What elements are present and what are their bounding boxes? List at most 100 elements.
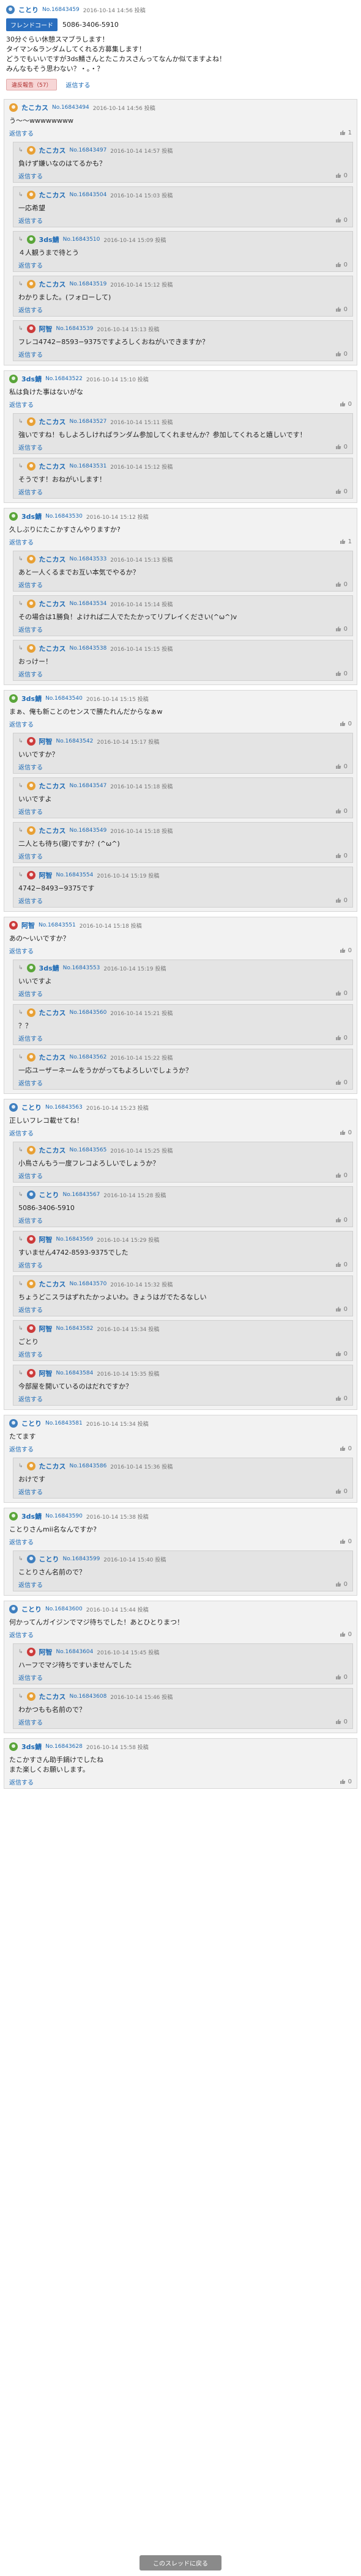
thumbs-up-icon[interactable]: [340, 1538, 346, 1544]
thumbs-up-icon[interactable]: [340, 1778, 346, 1785]
thumbs-up-icon[interactable]: [335, 488, 341, 494]
thumbs-up-icon[interactable]: [335, 670, 341, 677]
reply-id[interactable]: No.16843586: [70, 1463, 107, 1469]
reply-username[interactable]: 阿智: [21, 920, 35, 930]
reply-id[interactable]: No.16843600: [45, 1606, 83, 1612]
avatar-icon[interactable]: [26, 1280, 35, 1288]
reply-username[interactable]: たこカス: [39, 644, 66, 653]
reply-id[interactable]: No.16843628: [45, 1744, 83, 1750]
avatar-icon[interactable]: [26, 1462, 35, 1470]
avatar-icon[interactable]: [26, 280, 35, 288]
avatar-icon[interactable]: [9, 512, 18, 521]
reply-link[interactable]: 返信する: [18, 807, 43, 816]
reply-username[interactable]: ことり: [21, 1418, 42, 1428]
reply-link[interactable]: 返信する: [18, 1580, 43, 1589]
reply-username[interactable]: たこカス: [39, 1461, 66, 1471]
reply-link[interactable]: 返信する: [18, 260, 43, 270]
avatar-icon[interactable]: [26, 644, 35, 653]
reply-link[interactable]: 返信する: [18, 762, 43, 771]
reply-id[interactable]: No.16843562: [70, 1054, 107, 1060]
avatar-icon[interactable]: [26, 1324, 35, 1333]
reply-username[interactable]: ことり: [39, 1554, 59, 1564]
reply-id[interactable]: No.16843565: [70, 1147, 107, 1153]
avatar-icon[interactable]: [9, 1419, 18, 1428]
reply-username[interactable]: たこカス: [39, 554, 66, 564]
reply-id[interactable]: No.16843569: [56, 1236, 94, 1242]
avatar-icon[interactable]: [26, 737, 35, 746]
reply-link[interactable]: 返信する: [18, 442, 43, 452]
reply-id[interactable]: No.16843522: [45, 376, 83, 382]
reply-username[interactable]: たこカス: [39, 1008, 66, 1018]
reply-username[interactable]: 阿智: [39, 1647, 53, 1657]
reply-link[interactable]: 返信する: [9, 1777, 34, 1786]
reply-link[interactable]: 返信する: [18, 1216, 43, 1225]
thumbs-up-icon[interactable]: [340, 1445, 346, 1451]
avatar-icon[interactable]: [9, 103, 18, 112]
avatar-icon[interactable]: [9, 1512, 18, 1521]
avatar-icon[interactable]: [26, 235, 35, 244]
reply-username[interactable]: 3ds鯖: [39, 235, 59, 244]
reply-link[interactable]: 返信する: [9, 1444, 34, 1453]
reply-username[interactable]: ことり: [21, 1103, 42, 1112]
thumbs-up-icon[interactable]: [335, 1581, 341, 1587]
avatar-icon[interactable]: [26, 1648, 35, 1656]
report-button[interactable]: 違反報告（57）: [6, 79, 58, 90]
avatar-icon[interactable]: [26, 964, 35, 972]
reply-id[interactable]: No.16843510: [63, 237, 100, 243]
thumbs-up-icon[interactable]: [335, 217, 341, 223]
reply-username[interactable]: たこカス: [39, 599, 66, 609]
reply-username[interactable]: たこカス: [39, 417, 66, 427]
reply-link[interactable]: 返信する: [18, 625, 43, 634]
reply-link[interactable]: 返信する: [18, 580, 43, 589]
thumbs-up-icon[interactable]: [335, 1035, 341, 1041]
thumbs-up-icon[interactable]: [335, 262, 341, 268]
thumbs-up-icon[interactable]: [335, 444, 341, 450]
avatar-icon[interactable]: [26, 325, 35, 333]
reply-link[interactable]: 返信する: [18, 305, 43, 314]
reply-link[interactable]: 返信する: [9, 1630, 34, 1639]
reply-username[interactable]: 阿智: [39, 870, 53, 880]
reply-username[interactable]: ことり: [21, 1604, 42, 1614]
avatar-icon[interactable]: [9, 375, 18, 383]
reply-link[interactable]: 返信する: [18, 1673, 43, 1682]
reply-id[interactable]: No.16843551: [39, 922, 76, 928]
reply-username[interactable]: たこカス: [39, 190, 66, 200]
avatar-icon[interactable]: [26, 782, 35, 790]
thumbs-up-icon[interactable]: [340, 401, 346, 407]
reply-link[interactable]: 返信する: [18, 1305, 43, 1314]
thumbs-up-icon[interactable]: [335, 581, 341, 587]
avatar-icon[interactable]: [26, 191, 35, 199]
avatar-icon[interactable]: [26, 1053, 35, 1062]
reply-link[interactable]: 返信する: [9, 1537, 34, 1546]
reply-link[interactable]: 返信する: [18, 896, 43, 905]
reply-username[interactable]: たこカス: [39, 1052, 66, 1062]
avatar-icon[interactable]: [26, 871, 35, 879]
reply-link[interactable]: 返信する: [18, 1033, 43, 1043]
thumbs-up-icon[interactable]: [335, 1079, 341, 1085]
avatar-icon[interactable]: [26, 555, 35, 563]
thumbs-up-icon[interactable]: [340, 1631, 346, 1637]
thumbs-up-icon[interactable]: [340, 538, 346, 545]
thumbs-up-icon[interactable]: [340, 130, 346, 136]
reply-link[interactable]: 返信する: [9, 719, 34, 728]
reply-id[interactable]: No.16843554: [56, 872, 94, 878]
reply-id[interactable]: No.16843494: [52, 105, 89, 111]
reply-link[interactable]: 返信する: [18, 1078, 43, 1087]
reply-link[interactable]: 返信する: [18, 350, 43, 359]
reply-username[interactable]: たこカス: [39, 826, 66, 835]
post-username[interactable]: ことり: [18, 5, 39, 15]
reply-id[interactable]: No.16843581: [45, 1420, 83, 1426]
avatar-icon[interactable]: [26, 1555, 35, 1563]
post-id[interactable]: No.16843459: [42, 7, 80, 13]
reply-id[interactable]: No.16843584: [56, 1370, 94, 1376]
reply-id[interactable]: No.16843570: [70, 1281, 107, 1287]
reply-id[interactable]: No.16843567: [63, 1192, 100, 1198]
reply-username[interactable]: たこカス: [39, 279, 66, 289]
reply-username[interactable]: 3ds鯖: [21, 1742, 42, 1752]
avatar-icon[interactable]: [9, 1742, 18, 1751]
reply-link[interactable]: 返信する: [18, 1171, 43, 1180]
reply-link[interactable]: 返信する: [18, 851, 43, 861]
thumbs-up-icon[interactable]: [340, 1129, 346, 1136]
avatar-icon[interactable]: [26, 1235, 35, 1244]
avatar-icon[interactable]: [26, 1191, 35, 1199]
